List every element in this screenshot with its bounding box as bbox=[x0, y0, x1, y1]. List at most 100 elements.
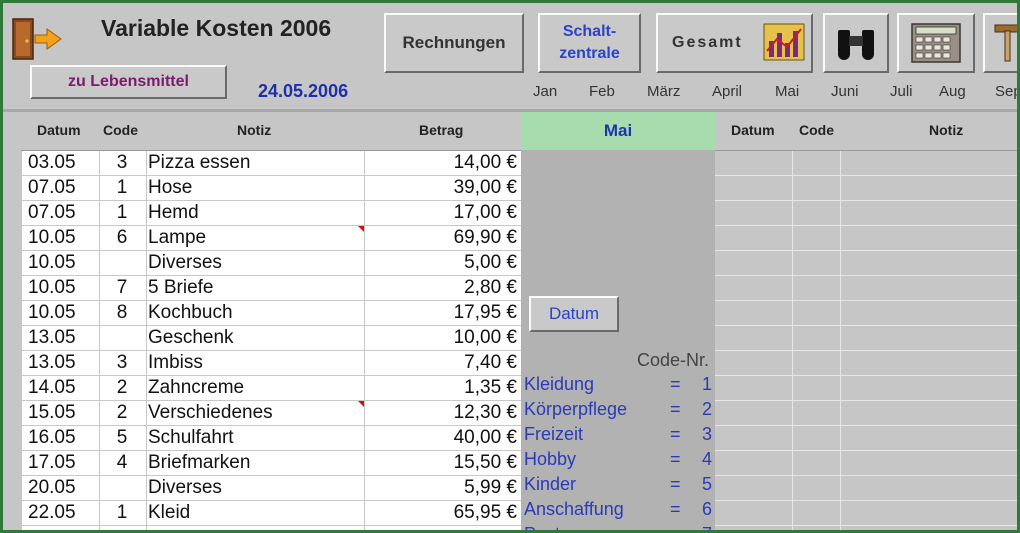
datum-cell[interactable]: 13.05 bbox=[28, 327, 76, 349]
betrag-cell[interactable]: 17,95 € bbox=[454, 302, 517, 324]
table-row[interactable]: 16.05 5 Schulfahrt 40,00 € bbox=[22, 426, 521, 451]
empty-row[interactable] bbox=[715, 501, 1017, 526]
empty-row[interactable] bbox=[715, 226, 1017, 251]
table-row[interactable]: 10.05 6 Lampe 69,90 € bbox=[22, 226, 521, 251]
empty-row[interactable] bbox=[715, 426, 1017, 451]
empty-row[interactable] bbox=[715, 526, 1017, 530]
code-cell[interactable]: 4 bbox=[100, 452, 144, 474]
betrag-cell[interactable]: 5,99 € bbox=[464, 477, 517, 499]
notiz-cell[interactable]: Pizza essen bbox=[148, 152, 250, 174]
betrag-cell[interactable]: 10,00 € bbox=[454, 327, 517, 349]
table-row[interactable]: 07.05 1 Hemd 17,00 € bbox=[22, 201, 521, 226]
empty-row[interactable] bbox=[715, 201, 1017, 226]
header-code[interactable]: Code bbox=[799, 122, 834, 138]
datum-cell[interactable]: 10.05 bbox=[28, 227, 76, 249]
month-link[interactable]: Juni bbox=[831, 83, 859, 100]
datum-cell[interactable]: 10.05 bbox=[28, 302, 76, 324]
notiz-cell[interactable]: Diverses bbox=[148, 252, 222, 274]
table-row[interactable]: 07.05 1 Hose 39,00 € bbox=[22, 176, 521, 201]
notiz-cell[interactable]: Diverses bbox=[148, 477, 222, 499]
empty-row[interactable] bbox=[715, 301, 1017, 326]
table-row[interactable]: 13.05 3 Imbiss 7,40 € bbox=[22, 351, 521, 376]
datum-cell[interactable]: 07.05 bbox=[28, 202, 76, 224]
tools-button[interactable] bbox=[983, 13, 1017, 73]
notiz-cell[interactable]: 5 Briefe bbox=[148, 277, 213, 299]
code-cell[interactable]: 2 bbox=[100, 377, 144, 399]
datum-cell[interactable]: 07.05 bbox=[28, 177, 76, 199]
code-cell[interactable]: 1 bbox=[100, 202, 144, 224]
betrag-cell[interactable]: 14,00 € bbox=[454, 152, 517, 174]
code-cell[interactable]: 2 bbox=[100, 402, 144, 424]
table-row[interactable]: 22.05 1 Kleid 65,95 € bbox=[22, 501, 521, 526]
empty-row[interactable] bbox=[715, 176, 1017, 201]
betrag-cell[interactable]: 39,00 € bbox=[454, 177, 517, 199]
header-notiz[interactable]: Notiz bbox=[929, 122, 963, 138]
comment-marker[interactable] bbox=[358, 226, 364, 232]
rechnungen-button[interactable]: Rechnungen bbox=[384, 13, 524, 73]
datum-cell[interactable]: 10.05 bbox=[28, 252, 76, 274]
table-row[interactable]: 20.05 Diverses 5,99 € bbox=[22, 476, 521, 501]
empty-row[interactable] bbox=[715, 351, 1017, 376]
table-row[interactable]: 10.05 8 Kochbuch 17,95 € bbox=[22, 301, 521, 326]
datum-cell[interactable]: 13.05 bbox=[28, 352, 76, 374]
month-link[interactable]: Feb bbox=[589, 83, 615, 100]
exit-door-icon[interactable] bbox=[9, 17, 65, 63]
code-cell[interactable]: 5 bbox=[100, 427, 144, 449]
comment-marker[interactable] bbox=[358, 401, 364, 407]
betrag-cell[interactable]: 65,95 € bbox=[454, 502, 517, 524]
table-row[interactable]: 13.05 Geschenk 10,00 € bbox=[22, 326, 521, 351]
betrag-cell[interactable]: 17,00 € bbox=[454, 202, 517, 224]
month-link[interactable]: Mai bbox=[775, 83, 799, 100]
betrag-cell[interactable]: 1,35 € bbox=[464, 377, 517, 399]
code-cell[interactable]: 8 bbox=[100, 302, 144, 324]
betrag-cell[interactable]: 7,40 € bbox=[464, 352, 517, 374]
datum-cell[interactable]: 22.05 bbox=[28, 502, 76, 524]
header-code[interactable]: Code bbox=[103, 122, 138, 138]
code-cell[interactable]: 3 bbox=[100, 352, 144, 374]
code-cell[interactable]: 7 bbox=[100, 277, 144, 299]
table-row[interactable]: 10.05 Diverses 5,00 € bbox=[22, 251, 521, 276]
datum-cell[interactable]: 16.05 bbox=[28, 427, 76, 449]
notiz-cell[interactable]: Kochbuch bbox=[148, 302, 233, 324]
binoculars-button[interactable] bbox=[823, 13, 889, 73]
month-link[interactable]: März bbox=[647, 83, 680, 100]
code-cell[interactable]: 1 bbox=[100, 177, 144, 199]
code-cell[interactable]: 6 bbox=[100, 227, 144, 249]
empty-row[interactable] bbox=[715, 451, 1017, 476]
notiz-cell[interactable]: Geschenk bbox=[148, 327, 234, 349]
table-row[interactable]: 10.05 7 5 Briefe 2,80 € bbox=[22, 276, 521, 301]
table-row[interactable]: 14.05 2 Zahncreme 1,35 € bbox=[22, 376, 521, 401]
notiz-cell[interactable]: Zahncreme bbox=[148, 377, 244, 399]
datum-cell[interactable]: 17.05 bbox=[28, 452, 76, 474]
month-link[interactable]: Juli bbox=[890, 83, 913, 100]
header-betrag[interactable]: Betrag bbox=[419, 122, 463, 138]
datum-cell[interactable]: 10.05 bbox=[28, 277, 76, 299]
notiz-cell[interactable]: Hemd bbox=[148, 202, 199, 224]
empty-row[interactable] bbox=[715, 376, 1017, 401]
datum-cell[interactable]: 03.05 bbox=[28, 152, 76, 174]
code-cell[interactable]: 3 bbox=[100, 152, 144, 174]
datum-cell[interactable]: 14.05 bbox=[28, 377, 76, 399]
betrag-cell[interactable]: 12,30 € bbox=[454, 402, 517, 424]
datum-sort-button[interactable]: Datum bbox=[529, 296, 619, 332]
notiz-cell[interactable]: Kleid bbox=[148, 502, 190, 524]
betrag-cell[interactable]: 5,00 € bbox=[464, 252, 517, 274]
notiz-cell[interactable]: Lampe bbox=[148, 227, 206, 249]
betrag-cell[interactable]: 40,00 € bbox=[454, 427, 517, 449]
datum-cell[interactable]: 15.05 bbox=[28, 402, 76, 424]
schaltzentrale-button[interactable]: Schalt- zentrale bbox=[538, 13, 641, 73]
month-link[interactable]: April bbox=[712, 83, 742, 100]
notiz-cell[interactable]: Schulfahrt bbox=[148, 427, 234, 449]
month-link[interactable]: Aug bbox=[939, 83, 966, 100]
empty-row[interactable] bbox=[715, 401, 1017, 426]
empty-row[interactable] bbox=[715, 476, 1017, 501]
empty-row[interactable] bbox=[715, 251, 1017, 276]
notiz-cell[interactable]: Verschiedenes bbox=[148, 402, 273, 424]
zu-lebensmittel-button[interactable]: zu Lebensmittel bbox=[30, 65, 227, 99]
betrag-cell[interactable]: 2,80 € bbox=[464, 277, 517, 299]
month-link[interactable]: Sep bbox=[995, 83, 1017, 100]
empty-row[interactable] bbox=[715, 151, 1017, 176]
empty-row[interactable] bbox=[715, 276, 1017, 301]
code-cell[interactable]: 1 bbox=[100, 502, 144, 524]
betrag-cell[interactable]: 69,90 € bbox=[454, 227, 517, 249]
